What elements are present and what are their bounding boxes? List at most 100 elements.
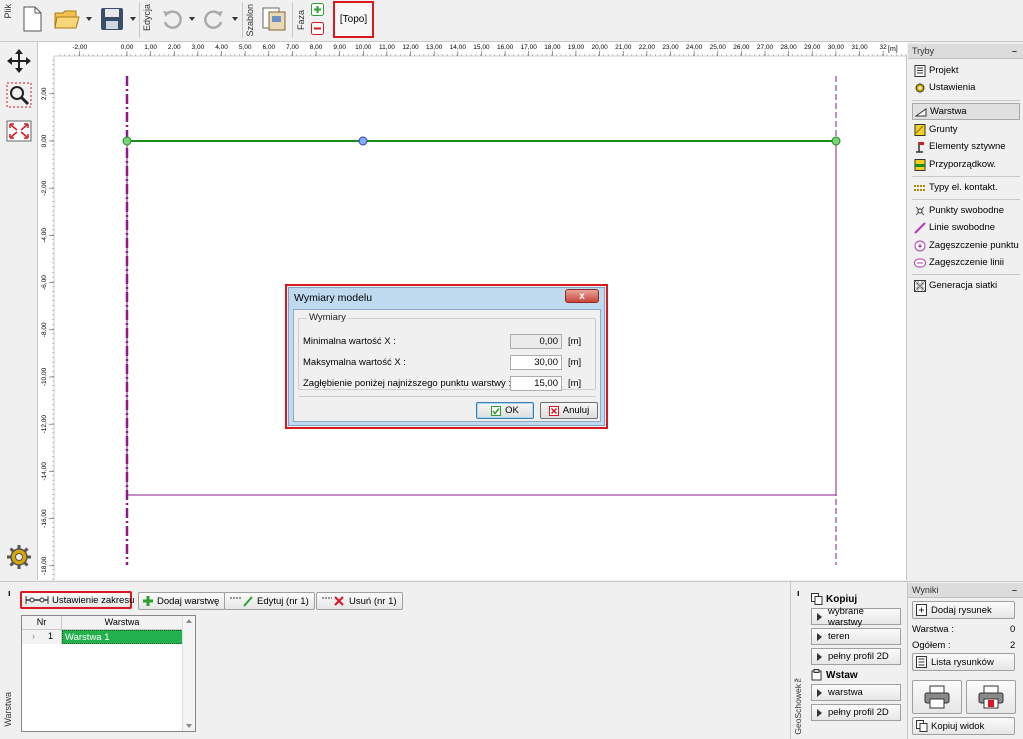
tab-topo[interactable]: [Topo]: [333, 1, 374, 38]
save-button[interactable]: [97, 4, 127, 34]
copy-view-icon: [916, 720, 928, 732]
y-tick-label: 0,00: [41, 134, 48, 147]
table-row[interactable]: › 1 Warstwa 1: [22, 630, 183, 644]
paste-full-profile-button[interactable]: pełny profil 2D: [811, 704, 901, 721]
zoom-button[interactable]: [4, 80, 34, 110]
mode-free-lines[interactable]: Linie swobodne: [912, 219, 1020, 236]
min-x-label: Minimalna wartość X :: [303, 336, 396, 347]
mode-layer[interactable]: Warstwa: [912, 103, 1020, 120]
y-tick-label: -2,00: [41, 180, 48, 195]
min-x-input[interactable]: [510, 334, 562, 349]
row-number-cell: › 1: [22, 630, 62, 644]
table-scrollbar[interactable]: [182, 616, 195, 731]
mode-free-points[interactable]: Punkty swobodne: [912, 202, 1020, 219]
ruler-unit: [m]: [888, 46, 898, 53]
results-panel-title: Wyniki: [912, 585, 939, 595]
row-layer-name[interactable]: Warstwa 1: [62, 630, 183, 644]
x-tick-label: 10,00: [355, 44, 372, 51]
modes-panel-title: Tryby: [912, 46, 935, 56]
scroll-down-icon[interactable]: [186, 724, 192, 728]
x-tick-label: 3,00: [192, 44, 205, 51]
ok-button[interactable]: OK: [476, 402, 534, 419]
undo-dropdown[interactable]: [188, 14, 196, 24]
remove-stage-button[interactable]: [311, 22, 324, 35]
terrain-point-end[interactable]: [831, 136, 841, 146]
copy-icon: [811, 593, 823, 605]
max-x-unit: [m]: [568, 357, 582, 368]
mode-settings[interactable]: Ustawienia: [912, 79, 1020, 96]
y-tick-label: 2,00: [41, 87, 48, 100]
print-button[interactable]: [912, 680, 962, 714]
terrain-point-start[interactable]: [122, 136, 132, 146]
collapse-icon[interactable]: –: [1012, 44, 1017, 59]
mode-rigid-elements[interactable]: Elementy sztywne: [912, 138, 1020, 155]
mode-project[interactable]: Projekt: [912, 62, 1020, 79]
free-line-icon: [914, 221, 926, 234]
copy-terrain-button[interactable]: teren: [811, 628, 901, 645]
open-dropdown[interactable]: [85, 14, 93, 24]
remove-layer-button[interactable]: Usuń (nr 1): [316, 592, 403, 610]
layer-count-label: Warstwa :: [912, 624, 954, 635]
open-file-button[interactable]: [52, 4, 82, 34]
print-pdf-button[interactable]: [966, 680, 1016, 714]
x-tick-label: 22,00: [639, 44, 656, 51]
mode-assign[interactable]: Przyporządkow.: [912, 156, 1020, 173]
edit-layer-button[interactable]: Edytuj (nr 1): [224, 592, 315, 610]
add-stage-button[interactable]: [311, 3, 324, 16]
set-range-button[interactable]: Ustawienie zakresu: [20, 591, 134, 609]
x-tick-label: 21,00: [615, 44, 632, 51]
paste-icon: [811, 669, 822, 681]
redo-dropdown[interactable]: [231, 14, 239, 24]
copy-view-button[interactable]: Kopiuj widok: [912, 717, 1015, 735]
row-number: 1: [47, 631, 53, 641]
mode-soils[interactable]: Grunty: [912, 121, 1020, 138]
depth-input[interactable]: [510, 376, 562, 391]
new-file-button[interactable]: [17, 4, 47, 34]
new-file-icon: [23, 6, 42, 32]
mode-mesh-generation[interactable]: Generacja siatki: [912, 277, 1020, 294]
divider: [912, 100, 1020, 101]
zoom-fit-button[interactable]: [4, 116, 34, 146]
file-label: Plik: [3, 4, 13, 19]
terrain-midpoint[interactable]: [358, 136, 368, 146]
paste-layer-button[interactable]: warstwa: [811, 684, 901, 701]
pin-icon[interactable]: ı: [797, 588, 800, 598]
pan-button[interactable]: [4, 46, 34, 76]
mode-contact-types[interactable]: Typy el. kontakt.: [912, 179, 1020, 196]
modes-panel: Tryby – Projekt Ustawienia Warstwa Grunt…: [908, 42, 1023, 580]
mode-line-refinement[interactable]: Zagęszczenie linii: [912, 254, 1020, 271]
scroll-up-icon[interactable]: [186, 619, 192, 623]
dialog-body: Wymiary Minimalna wartość X : [m] Maksym…: [293, 309, 601, 422]
x-tick-label: 8,00: [310, 44, 323, 51]
mode-label: Projekt: [929, 65, 959, 76]
x-tick-label: 4,00: [215, 44, 228, 51]
mode-point-refinement[interactable]: Zagęszczenie punktu: [912, 237, 1020, 254]
add-drawing-button[interactable]: Dodaj rysunek: [912, 601, 1015, 619]
max-x-input[interactable]: [510, 355, 562, 370]
modes-panel-header: Tryby –: [908, 44, 1023, 59]
x-tick-label: 32: [880, 44, 888, 51]
line-refine-icon: [914, 258, 926, 267]
pin-icon[interactable]: ı: [8, 588, 11, 598]
x-tick-label: 15,00: [473, 44, 490, 51]
point-refine-icon: [914, 240, 926, 251]
redo-button[interactable]: [199, 4, 229, 34]
undo-button[interactable]: [157, 4, 187, 34]
add-drawing-icon: [916, 604, 927, 616]
close-button[interactable]: x: [565, 289, 599, 303]
save-dropdown[interactable]: [129, 14, 137, 24]
copy-full-profile-button[interactable]: pełny profil 2D: [811, 648, 901, 665]
template-button[interactable]: [259, 4, 289, 34]
add-layer-button[interactable]: Dodaj warstwę: [138, 592, 226, 610]
x-tick-label: 14,00: [450, 44, 467, 51]
mode-label: Warstwa: [930, 106, 967, 117]
copy-selected-layers-button[interactable]: wybrane warstwy: [811, 606, 901, 628]
collapse-icon[interactable]: –: [1012, 583, 1017, 598]
bottom-panel: Warstwa ı Ustawienie zakresu Dodaj warst…: [0, 581, 1023, 739]
depth-unit: [m]: [568, 378, 582, 389]
cancel-button[interactable]: Anuluj: [540, 402, 598, 419]
cancel-icon: [548, 405, 559, 416]
settings-button[interactable]: [4, 542, 34, 572]
drawings-list-button[interactable]: Lista rysunków: [912, 653, 1015, 671]
x-tick-label: 25,00: [710, 44, 727, 51]
